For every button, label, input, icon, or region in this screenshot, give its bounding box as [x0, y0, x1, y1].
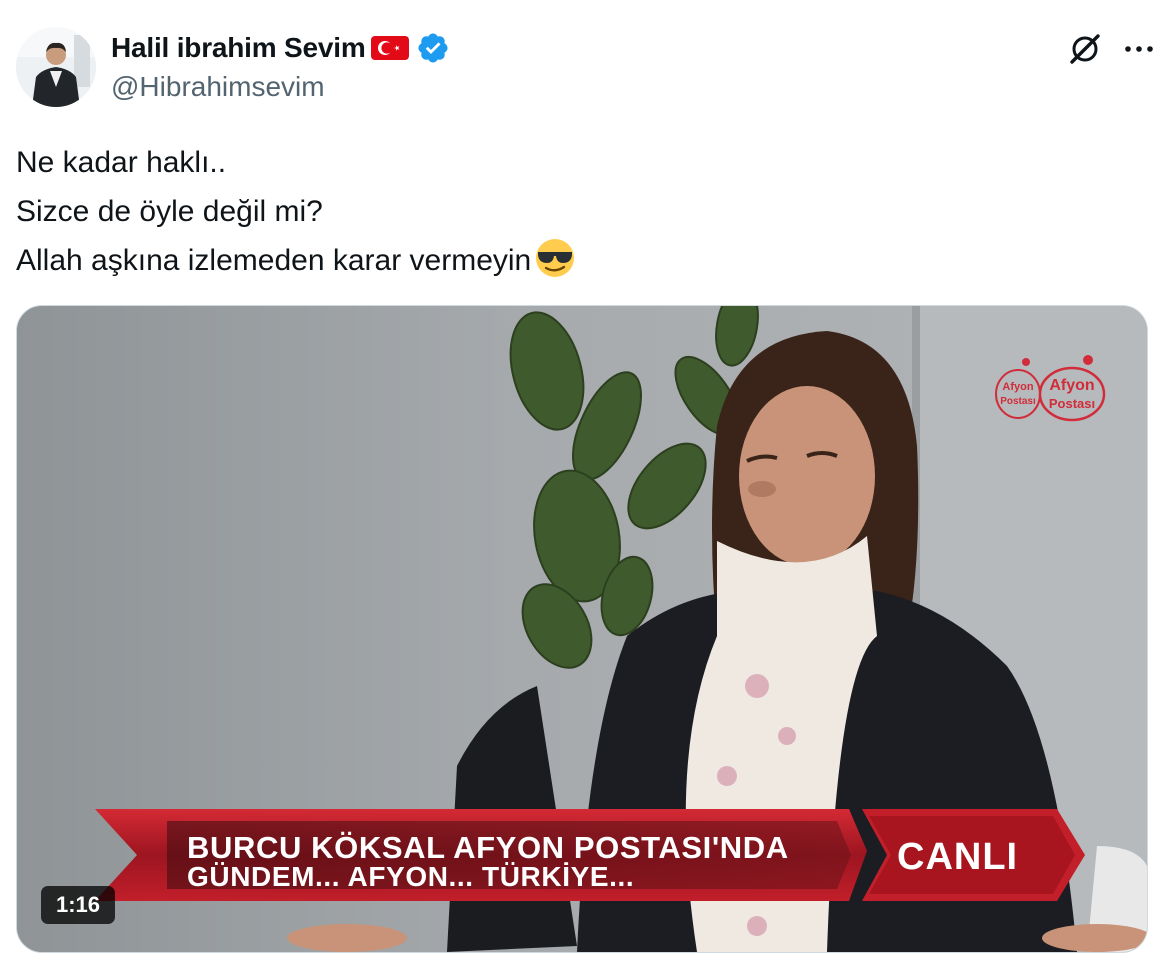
- tweet-line-3: Allah aşkına izlemeden karar vermeyin: [16, 236, 577, 285]
- live-label: CANLI: [897, 836, 1019, 878]
- logo-text-1: Afyon: [1002, 381, 1033, 393]
- svg-text:Postası: Postası: [1000, 396, 1036, 407]
- tweet-text: Ne kadar haklı.. Sizce de öyle değil mi?…: [16, 138, 577, 285]
- video-player[interactable]: Afyon Postası Afyon Postası BURCU KÖKSAL…: [16, 305, 1148, 953]
- turkey-flag-icon: [370, 34, 410, 62]
- verified-badge-icon[interactable]: [416, 31, 450, 65]
- svg-text:Postası: Postası: [1049, 396, 1095, 411]
- tweet-line-3-text: Allah aşkına izlemeden karar vermeyin: [16, 244, 532, 277]
- author-display-name[interactable]: Halil ibrahim Sevim: [111, 32, 366, 64]
- more-options-icon[interactable]: [1120, 30, 1158, 68]
- logo-text-2: Afyon: [1049, 377, 1094, 394]
- author-handle[interactable]: @Hibrahimsevim: [111, 71, 325, 103]
- channel-logo: Afyon Postası Afyon Postası: [980, 354, 1110, 426]
- grok-icon[interactable]: [1066, 30, 1104, 68]
- sunglasses-emoji-icon: [533, 236, 577, 280]
- lower-third-subtitle: GÜNDEM... AFYON... TÜRKİYE...: [187, 861, 635, 892]
- tweet-line-1: Ne kadar haklı..: [16, 146, 227, 179]
- tweet-line-2: Sizce de öyle değil mi?: [16, 195, 323, 228]
- author-avatar[interactable]: [16, 27, 96, 107]
- video-duration-badge: 1:16: [41, 886, 116, 924]
